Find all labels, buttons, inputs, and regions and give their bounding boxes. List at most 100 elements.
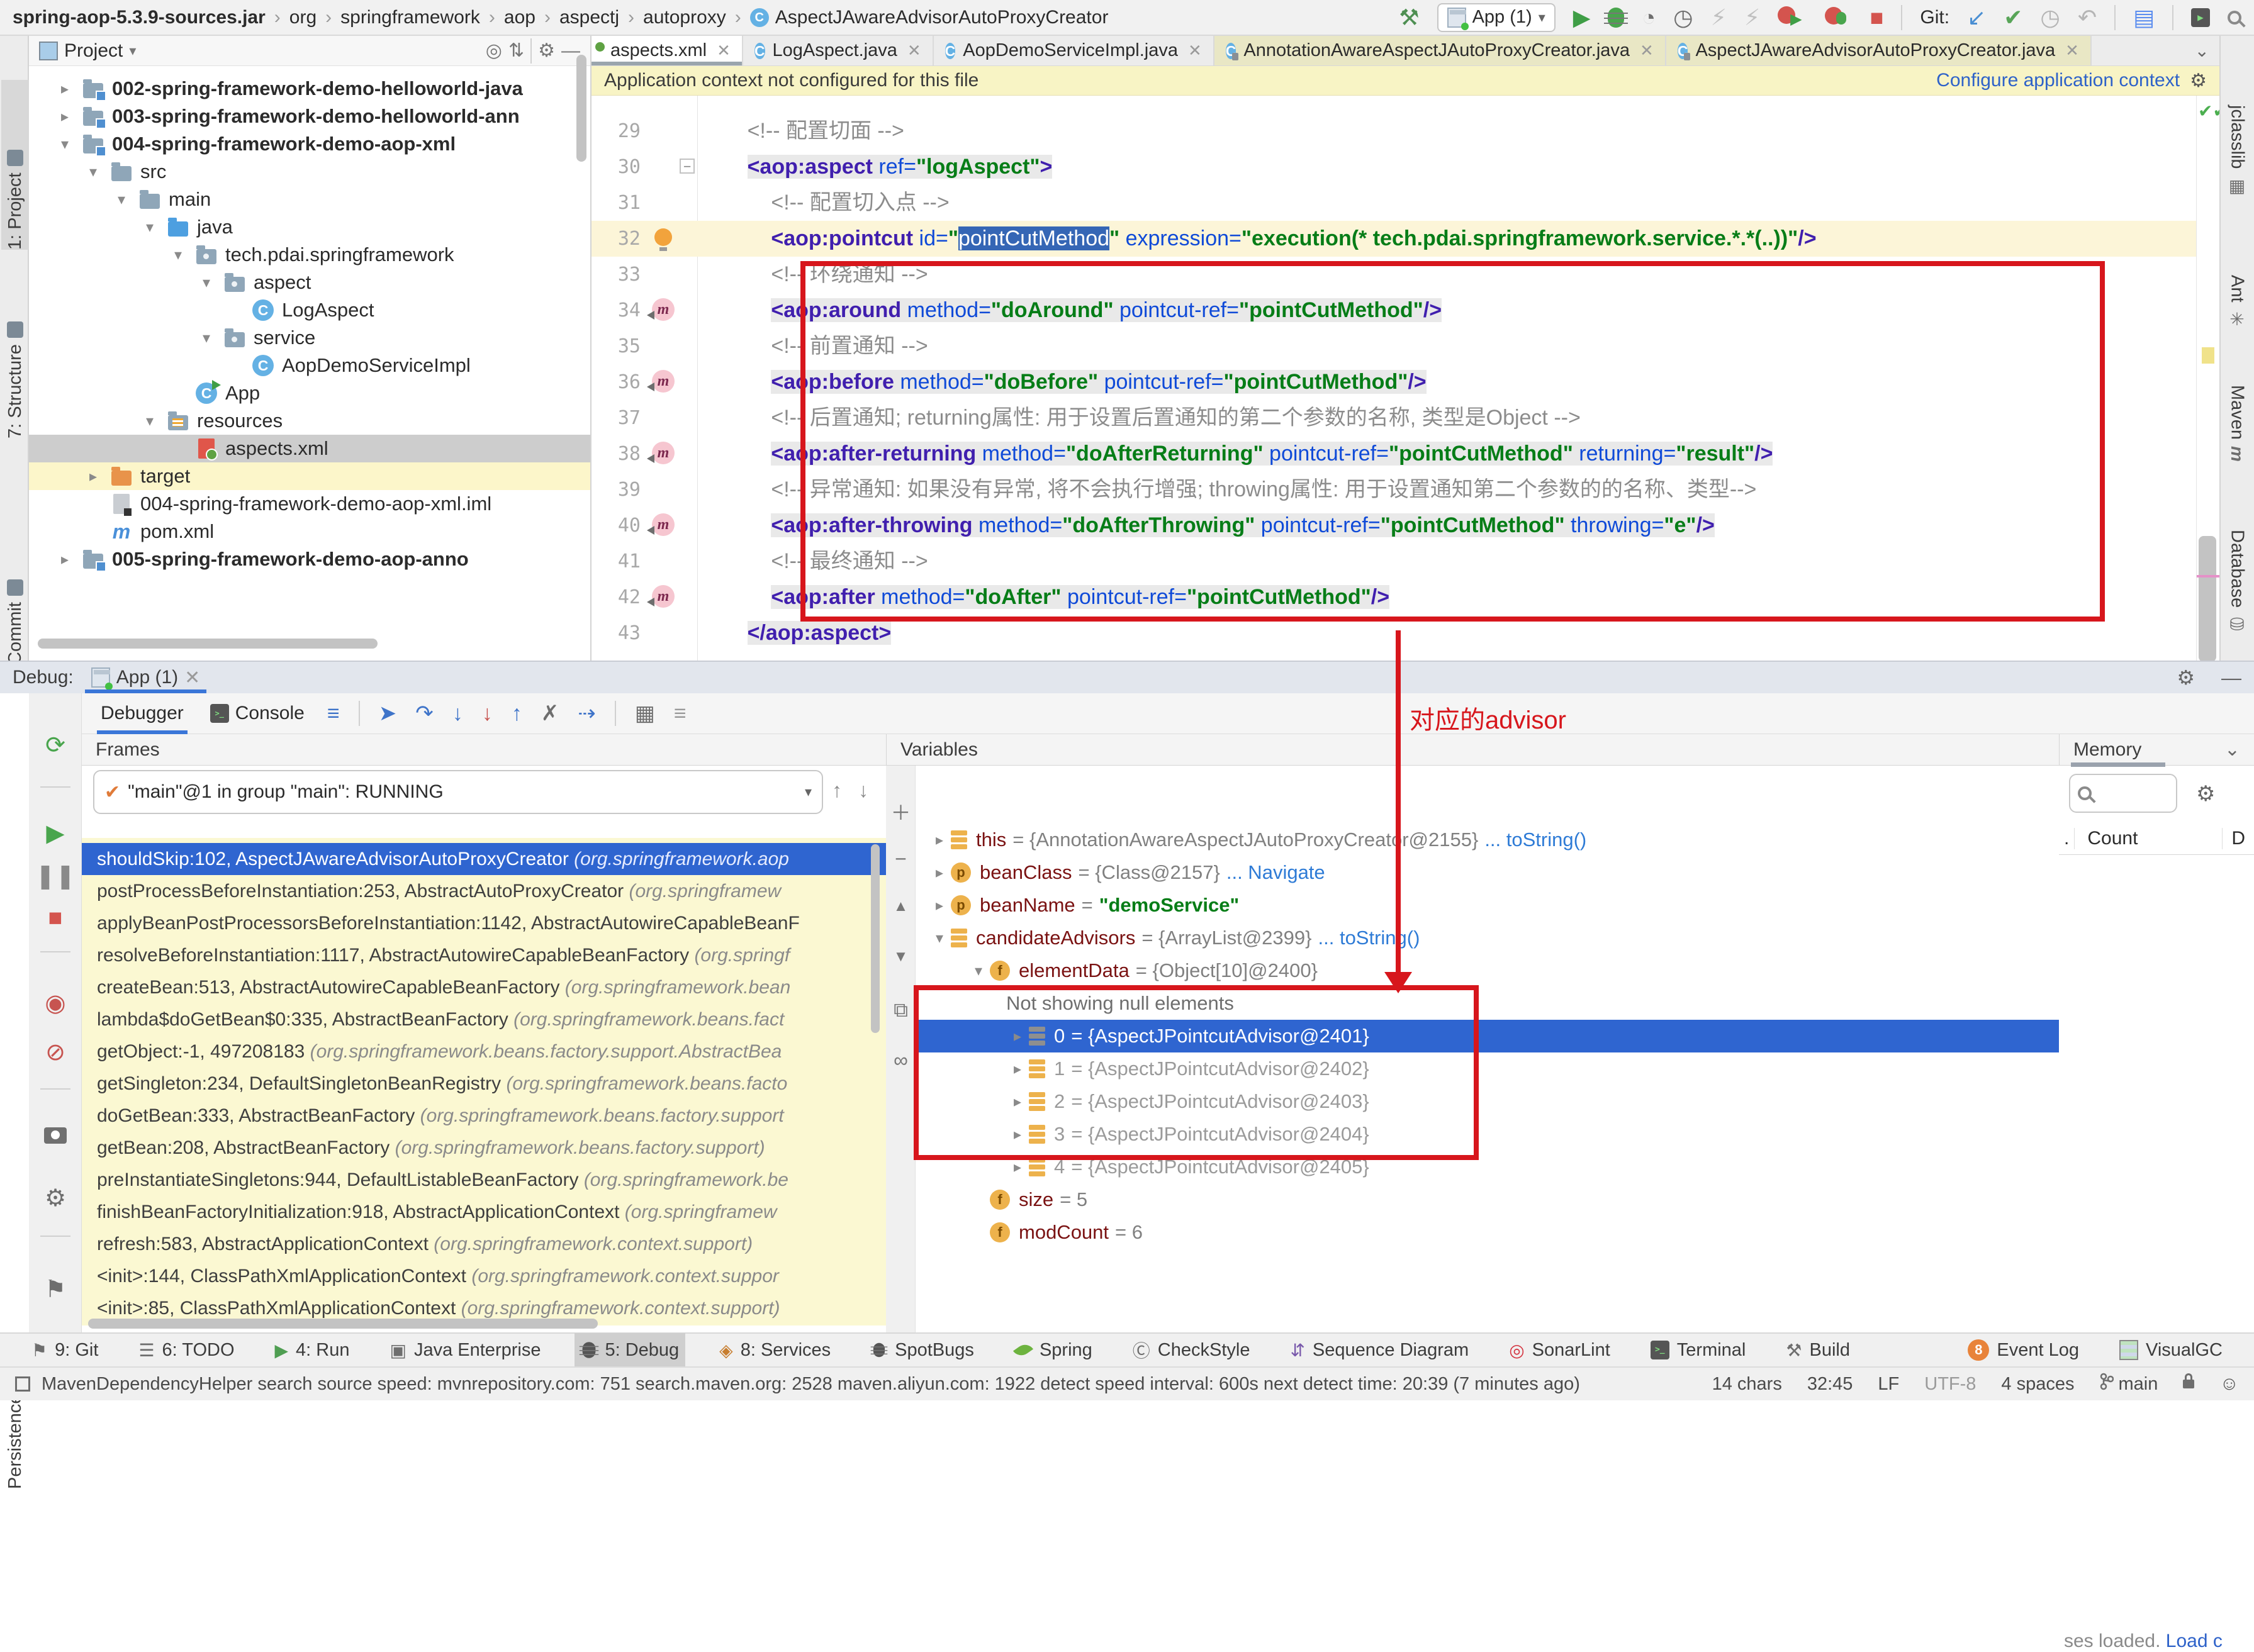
trace-streams-icon[interactable]: ≡ bbox=[674, 701, 687, 726]
frame-row[interactable]: shouldSkip:102, AspectJAwareAdvisorAutoP… bbox=[82, 843, 886, 875]
tree-collapsed-arrow-icon[interactable]: ▸ bbox=[55, 108, 74, 126]
line-number[interactable]: 36 bbox=[597, 364, 641, 400]
pause-icon[interactable]: ❚❚ bbox=[29, 862, 82, 890]
collapse-all-icon[interactable]: ⇅ bbox=[508, 40, 524, 62]
tree-item-aspects-xml[interactable]: aspects.xml bbox=[29, 435, 590, 462]
tree-item-pom-xml[interactable]: m pom.xml bbox=[29, 518, 590, 545]
toolwindow-button-build[interactable]: ⚒ Build bbox=[1780, 1333, 1856, 1367]
lightning-bug-icon[interactable]: ⚡ bbox=[1744, 4, 1760, 30]
advice-gutter-icon[interactable]: m bbox=[647, 442, 675, 464]
toolwindow-button-event-log[interactable]: 8 Event Log bbox=[1961, 1333, 2085, 1367]
tree-collapsed-arrow-icon[interactable]: ▸ bbox=[1006, 1027, 1029, 1046]
frame-row[interactable]: preInstantiateSingletons:944, DefaultLis… bbox=[82, 1164, 886, 1196]
code-line[interactable]: <aop:aspect ref="logAspect"> bbox=[700, 149, 1053, 185]
mute-breakpoints-icon[interactable]: ⊘ bbox=[29, 1038, 82, 1066]
profiler-icon[interactable]: ◷ bbox=[1673, 4, 1693, 30]
editor-tab-aspectjawareadvisorautoproxycreator-java[interactable]: C AspectJAwareAdvisorAutoProxyCreator.jav… bbox=[1666, 36, 2092, 65]
editor-scrollbar-thumb[interactable] bbox=[2199, 536, 2216, 662]
line-number[interactable]: 39 bbox=[597, 472, 641, 508]
sidebar-tool-project[interactable]: 1: Project bbox=[1, 80, 29, 250]
tree-collapsed-arrow-icon[interactable]: ▸ bbox=[1006, 1158, 1029, 1176]
toolwindow-button-6--todo[interactable]: ☰ 6: TODO bbox=[132, 1333, 240, 1367]
tree-collapsed-arrow-icon[interactable]: ▸ bbox=[1006, 1125, 1029, 1144]
toolwindow-button-java-enterprise[interactable]: ▣ Java Enterprise bbox=[384, 1333, 547, 1367]
gear-icon[interactable]: ⚙ bbox=[538, 40, 555, 62]
sidebar-tool-structure[interactable]: 7: Structure bbox=[1, 287, 29, 438]
editor-tab-logaspect-java[interactable]: C LogAspect.java ✕ bbox=[743, 36, 934, 65]
line-number[interactable]: 30 bbox=[597, 149, 641, 185]
run-to-cursor-icon[interactable]: ⇢ bbox=[578, 701, 596, 726]
line-number[interactable]: 35 bbox=[597, 328, 641, 364]
code-line[interactable]: <!-- 最终通知 --> bbox=[700, 544, 928, 579]
breadcrumb-item[interactable]: spring-aop-5.3.9-sources.jar bbox=[13, 7, 266, 28]
view-breakpoints-icon[interactable]: ◉ bbox=[29, 989, 82, 1017]
user-icon[interactable]: ☺ bbox=[2219, 1373, 2239, 1395]
variable-link[interactable]: ... toString() bbox=[1318, 927, 1420, 949]
search-everywhere-icon[interactable] bbox=[2228, 10, 2241, 25]
tree-item-app[interactable]: C App bbox=[29, 379, 590, 407]
fold-marker-icon[interactable]: − bbox=[680, 159, 695, 174]
code-line[interactable]: <!-- 配置切面 --> bbox=[700, 113, 904, 149]
variable-row[interactable]: ▸ 4 = {AspectJPointcutAdvisor@2405} bbox=[916, 1151, 2059, 1183]
drop-frame-icon[interactable]: ✗ bbox=[541, 701, 559, 726]
status-utf-8[interactable]: UTF-8 bbox=[1924, 1374, 1976, 1395]
memory-count-column[interactable]: Count bbox=[2075, 827, 2223, 849]
frame-down-icon[interactable]: ↓ bbox=[858, 779, 868, 802]
step-into-icon[interactable]: ↓ bbox=[452, 701, 463, 726]
toolwindow-button-sequence-diagram[interactable]: ⇵ Sequence Diagram bbox=[1284, 1333, 1475, 1367]
toolwindow-button-spotbugs[interactable]: SpotBugs bbox=[865, 1333, 980, 1367]
tool-database[interactable]: Database ⛁ bbox=[2223, 530, 2251, 635]
git-update-icon[interactable]: ↙ bbox=[1967, 4, 1986, 30]
variable-row[interactable]: ▸ 1 = {AspectJPointcutAdvisor@2402} bbox=[916, 1052, 2059, 1085]
window-icon[interactable] bbox=[15, 1376, 30, 1392]
editor-tab-aopdemoserviceimpl-java[interactable]: C AopDemoServiceImpl.java ✕ bbox=[934, 36, 1214, 65]
tree-item-resources[interactable]: ▾ resources bbox=[29, 407, 590, 435]
run-icon[interactable]: ▶ bbox=[1573, 4, 1591, 30]
frame-row[interactable]: applyBeanPostProcessorsBeforeInstantiati… bbox=[82, 907, 886, 939]
tree-collapsed-arrow-icon[interactable]: ▸ bbox=[928, 896, 951, 915]
line-number[interactable]: 41 bbox=[597, 544, 641, 579]
rerun-icon[interactable]: ⟳ bbox=[29, 731, 82, 759]
variable-link[interactable]: ... toString() bbox=[1484, 829, 1586, 851]
close-icon[interactable]: ✕ bbox=[2065, 41, 2079, 60]
line-number[interactable]: 42 bbox=[597, 579, 641, 615]
line-number[interactable]: 43 bbox=[597, 615, 641, 651]
tree-collapsed-arrow-icon[interactable]: ▸ bbox=[1006, 1060, 1029, 1078]
code-line[interactable]: <!-- 环绕通知 --> bbox=[700, 257, 928, 293]
code-line[interactable]: <aop:after method="doAfter" pointcut-ref… bbox=[700, 579, 1390, 615]
tree-item-java[interactable]: ▾ java bbox=[29, 213, 590, 241]
project-title-chevron-icon[interactable]: ▾ bbox=[129, 43, 136, 59]
tree-item-src[interactable]: ▾ src bbox=[29, 158, 590, 186]
advice-gutter-icon[interactable]: m bbox=[647, 585, 675, 608]
attach-debugger-icon[interactable] bbox=[1824, 7, 1853, 28]
tree-item-logaspect[interactable]: C LogAspect bbox=[29, 296, 590, 324]
variable-row[interactable]: ▾ f elementData = {Object[10]@2400} bbox=[916, 954, 2059, 987]
move-down-icon[interactable]: ▼ bbox=[886, 948, 916, 966]
code-line[interactable]: <aop:after-throwing method="doAfterThrow… bbox=[700, 508, 1715, 544]
frame-row[interactable]: postProcessBeforeInstantiation:253, Abst… bbox=[82, 875, 886, 907]
thread-dump-icon[interactable] bbox=[29, 1127, 82, 1144]
frame-row[interactable]: lambda$doGetBean$0:335, AbstractBeanFact… bbox=[82, 1003, 886, 1035]
frame-row[interactable]: refresh:583, AbstractApplicationContext … bbox=[82, 1228, 886, 1260]
lightning-icon[interactable]: ⚡ bbox=[1711, 4, 1727, 30]
tree-item-tech-pdai-springframework[interactable]: ▾ tech.pdai.springframework bbox=[29, 241, 590, 269]
evaluate-expression-icon[interactable]: ▦ bbox=[635, 701, 655, 726]
frame-row[interactable]: doGetBean:333, AbstractBeanFactory (org.… bbox=[82, 1100, 886, 1132]
status-lf[interactable]: LF bbox=[1878, 1374, 1899, 1395]
stop-icon[interactable]: ■ bbox=[1870, 4, 1884, 30]
build-hammer-icon[interactable]: ⚒ bbox=[1399, 4, 1419, 30]
variable-row[interactable]: f modCount = 6 bbox=[916, 1216, 2059, 1249]
force-step-into-icon[interactable]: ↓ bbox=[482, 701, 493, 726]
breadcrumb-item[interactable]: aop bbox=[504, 7, 535, 28]
variable-row[interactable]: ▸ 2 = {AspectJPointcutAdvisor@2403} bbox=[916, 1085, 2059, 1118]
editor-tab-aspects-xml[interactable]: aspects.xml ✕ bbox=[592, 36, 743, 65]
hidden-tabs-chevron[interactable]: ⌄ bbox=[2185, 36, 2219, 65]
history-icon[interactable]: ◷ bbox=[2040, 4, 2060, 30]
tree-expanded-arrow-icon[interactable]: ▾ bbox=[967, 962, 990, 980]
toolwindow-button-4--run[interactable]: ▶ 4: Run bbox=[269, 1333, 356, 1367]
step-out-icon[interactable]: ↑ bbox=[512, 701, 522, 726]
close-icon[interactable]: ✕ bbox=[1640, 41, 1654, 60]
resume-icon[interactable]: ▶ bbox=[29, 819, 82, 847]
debug-settings-icon[interactable]: ⚙ bbox=[29, 1184, 82, 1212]
tree-item-002-spring-framework-demo-helloworld-java[interactable]: ▸ 002-spring-framework-demo-helloworld-ja… bbox=[29, 75, 590, 103]
